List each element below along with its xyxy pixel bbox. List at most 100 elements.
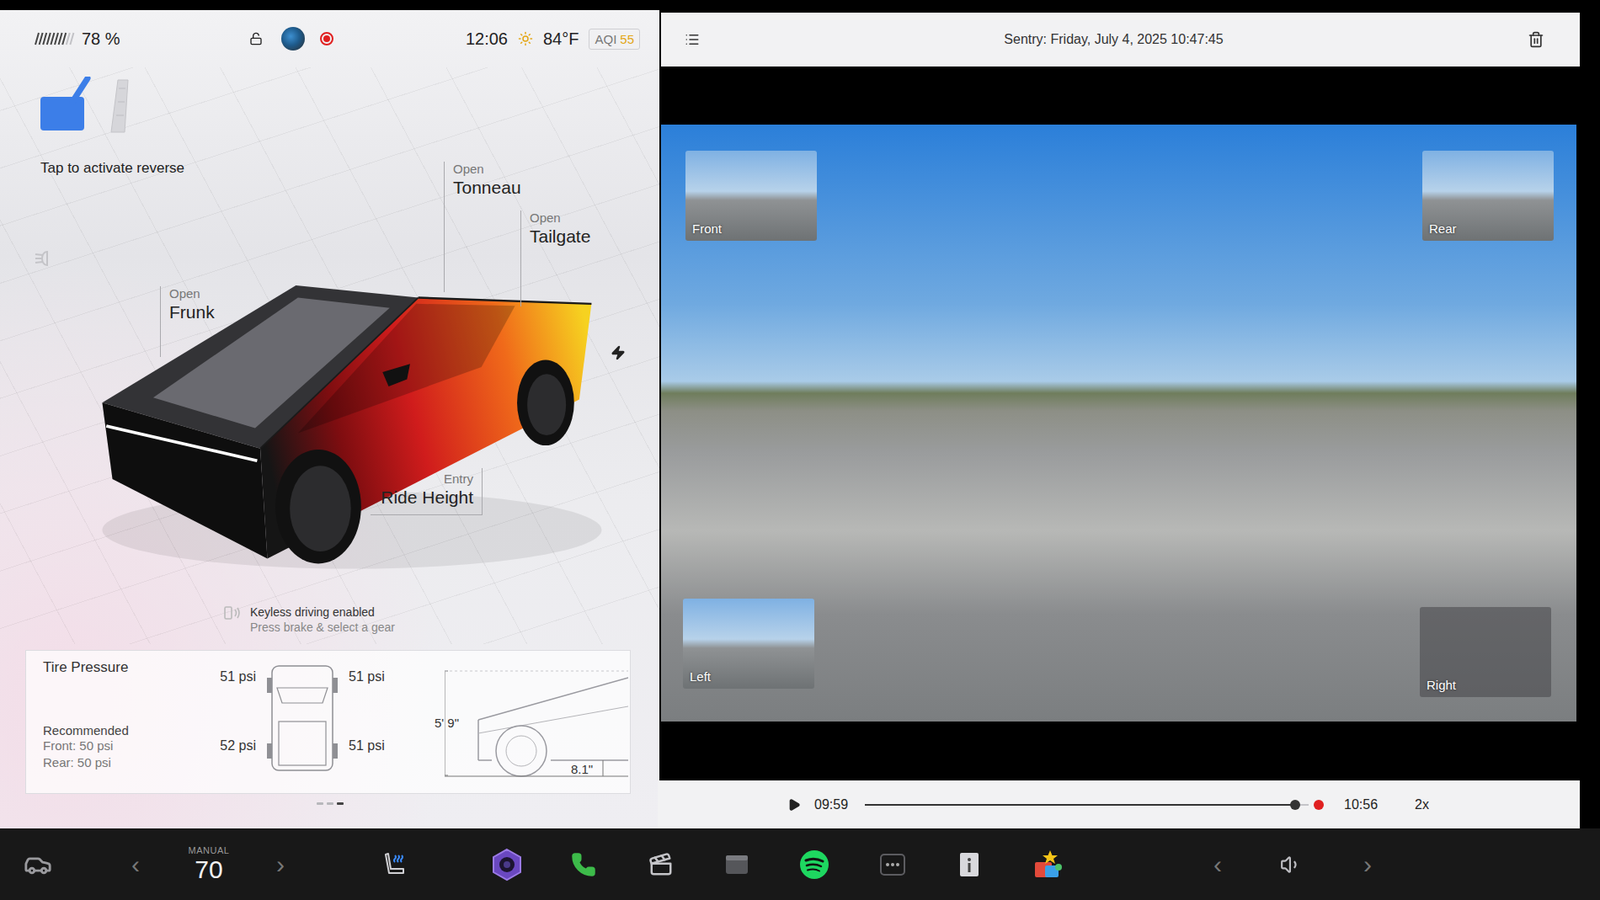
vehicle-callout[interactable]: OpenFrunk [160,286,215,358]
owners-manual-icon[interactable] [954,850,984,880]
recommended-rear: Rear: 50 psi [42,754,206,772]
toybox-button[interactable] [1022,848,1073,881]
more-button[interactable] [867,850,918,880]
keyless-notice: Keyless driving enabledPress brake & sel… [223,604,395,635]
temp-up-button[interactable]: › [255,852,306,878]
vehicle-scene: Tap to activate reverseOpenTonneauOpenTa… [0,67,660,645]
charge-port-icon[interactable] [610,345,626,361]
dashcam-record-icon[interactable] [320,32,334,46]
tire-grid: 51 psi51 psi52 psi51 psi [205,662,408,794]
climate-temperature: 70 [194,855,223,885]
tire-reading: 51 psi [205,669,256,719]
aqi-label: AQI [594,32,617,47]
cybertruck-model[interactable] [91,280,623,576]
vehicle-callout[interactable]: EntryRide Height [370,468,483,516]
keyless-phone-icon [223,604,242,622]
aqi-badge: AQI55 [588,28,640,50]
tire-reading: 51 psi [348,669,400,719]
card-pager [0,794,660,829]
tire-reading: 51 psi [348,738,400,774]
spotify-button[interactable] [789,848,840,881]
volume-down-button[interactable]: ‹ [1192,852,1243,878]
theater-icon[interactable] [648,852,674,878]
screen-icon[interactable] [722,850,752,880]
climate-control[interactable]: MANUAL70 [183,845,235,885]
callout-label: Tonneau [453,176,522,199]
delete-icon[interactable] [1527,31,1545,48]
car-icon[interactable] [23,850,53,880]
camera-thumbnail[interactable]: Left [682,598,815,689]
camera-video[interactable]: Front Rear Left Right [661,124,1577,722]
recommended-label: Recommended [42,723,206,738]
keyless-subtitle: Press brake & select a gear [250,619,395,635]
vehicle-touchscreen: 78 % 12:06 84°F AQI55 Tap to activate revers… [0,0,1600,900]
truck-side-view [444,669,629,781]
ride-height-diagram: 5' 9"8.1" [407,669,629,788]
camera-label: Front [692,221,722,236]
screen-button[interactable] [711,850,763,880]
pager-dot[interactable] [336,802,344,806]
headlight-control [33,248,58,269]
gear-selector-icon[interactable] [40,76,150,134]
sentry-header: Sentry: Friday, July 4, 2025 10:47:45 [661,12,1580,67]
unlock-icon[interactable] [249,32,263,46]
play-icon[interactable] [787,798,801,812]
temperature: 84°F [543,29,579,49]
temp-down-button[interactable]: ‹ [110,852,161,878]
phone-icon[interactable] [570,852,597,878]
keyless-title: Keyless driving enabled [250,604,395,620]
callout-state: Open [169,286,201,302]
camera-label: Left [689,669,711,684]
truck-top-view [260,662,345,774]
sentry-title: Sentry: Friday, July 4, 2025 10:47:45 [699,32,1528,48]
profile-avatar[interactable] [281,26,305,51]
pager-dot[interactable] [326,802,334,806]
vehicle-panel: 78 % 12:06 84°F AQI55 Tap to activate revers… [0,10,660,829]
playback-bar: 09:5910:562x [657,780,1580,829]
callout-state: Open [453,161,485,177]
ground-clearance: 8.1" [570,762,593,777]
reverse-hint[interactable]: Tap to activate reverse [40,160,660,177]
seat-heater-button[interactable] [370,850,422,880]
callout-label: Tailgate [529,225,591,248]
manual-button[interactable] [944,850,995,880]
video-area: Front Rear Left Right [661,66,1580,781]
battery-status: 78 % [32,29,244,49]
recommended-front: Front: 50 psi [42,737,206,755]
car-button[interactable] [12,850,64,880]
camera-thumbnail[interactable]: Front [685,150,817,241]
charge-port [610,345,626,361]
vehicle-callout[interactable]: OpenTailgate [520,210,591,307]
volume-icon[interactable] [1280,853,1302,876]
clock: 12:06 [465,29,508,49]
vehicle-callout[interactable]: OpenTonneau [443,161,522,293]
camera-thumbnail[interactable]: Right [1419,607,1552,698]
sentry-viewer: Sentry: Friday, July 4, 2025 10:47:45 Fro… [659,10,1580,829]
volume-button[interactable] [1265,853,1317,876]
camera-app-button[interactable] [481,848,533,882]
sun-icon [517,31,534,47]
tire-title: Tire Pressure [42,659,206,677]
speed-button[interactable]: 2x [1414,797,1430,813]
timeline-knob[interactable] [1290,800,1301,811]
tire-pressure-card[interactable]: Tire Pressure RecommendedFront: 50 psiRea… [25,650,631,795]
lock-status[interactable] [249,32,263,46]
tire-info: Tire Pressure RecommendedFront: 50 psiRea… [42,662,206,794]
dock: ‹ MANUAL70 › ‹ › [0,828,1600,900]
pager-dot[interactable] [316,802,324,806]
callout-state: Open [529,210,561,226]
headlight-icon[interactable] [33,248,58,269]
seat-heater-icon[interactable] [381,850,411,880]
volume-up-button[interactable]: › [1342,852,1393,878]
camera-thumbnail[interactable]: Rear [1422,150,1554,241]
timeline-slider[interactable] [864,804,1309,806]
camera-app-icon[interactable] [490,848,524,882]
toybox-icon[interactable] [1031,848,1064,881]
theater-button[interactable] [635,852,687,878]
spotify-icon[interactable] [798,848,831,881]
screen: 78 % 12:06 84°F AQI55 Tap to activate revers… [0,0,1600,829]
callout-label: Ride Height [380,486,474,509]
clip-list-icon[interactable] [684,32,700,48]
more-apps-icon[interactable] [878,850,907,880]
phone-button[interactable] [558,852,609,878]
